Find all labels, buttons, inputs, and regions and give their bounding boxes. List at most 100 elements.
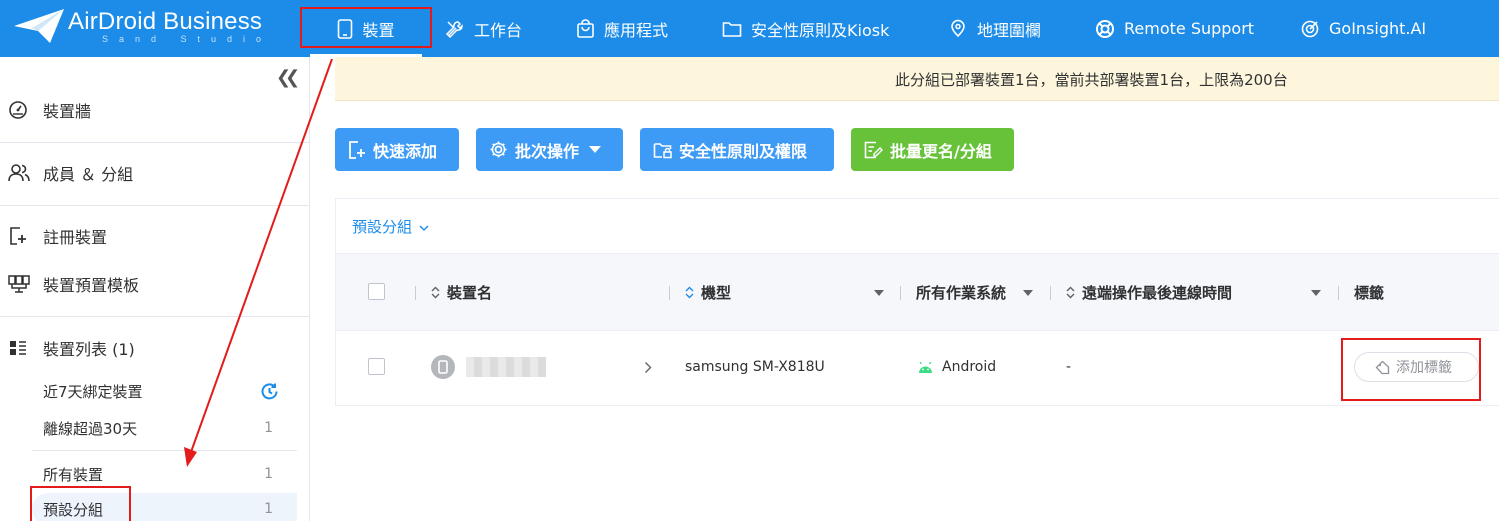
batch-operation-button[interactable]: 批次操作 [476, 128, 623, 171]
column-header-os[interactable]: 所有作業系統 [916, 282, 1006, 303]
last-connection-time: - [1066, 359, 1072, 375]
sidebar-sub-label: 所有裝置 [43, 465, 104, 484]
nav-item-label: 安全性原則及Kiosk [751, 20, 890, 40]
select-all-checkbox[interactable] [368, 283, 385, 300]
nav-item-remote-support[interactable]: Remote Support [1095, 0, 1254, 57]
template-icon [8, 275, 30, 293]
top-bar: AirDroid Business Sand Studio 裝置 工作台 應用程… [0, 0, 1499, 57]
sidebar-sub-label: 離線超過30天 [43, 419, 138, 438]
filter-caret-icon[interactable] [1023, 290, 1033, 296]
sidebar-item-label: 裝置牆 [43, 102, 92, 121]
folder-icon [722, 21, 742, 37]
column-header-label: 裝置名 [447, 284, 493, 302]
chevron-right-icon[interactable] [644, 361, 652, 374]
sidebar-sub-label: 近7天綁定裝置 [43, 382, 143, 401]
column-header-label: 遠端操作最後連線時間 [1082, 284, 1233, 302]
dashboard-icon [9, 101, 27, 119]
sort-icon [431, 286, 440, 299]
nav-item-label: Remote Support [1124, 19, 1255, 38]
brand-logo[interactable]: AirDroid Business Sand Studio [10, 4, 290, 50]
map-pin-icon [951, 19, 965, 37]
column-divider [1050, 286, 1051, 300]
filter-caret-icon[interactable] [1311, 290, 1321, 296]
column-header-label: 標籤 [1354, 284, 1385, 302]
add-device-icon [349, 140, 365, 159]
row-checkbox[interactable] [368, 358, 385, 375]
tools-icon [445, 20, 463, 38]
batch-rename-button[interactable]: 批量更名/分組 [851, 128, 1014, 171]
sidebar-sub-recent-bound[interactable]: 近7天綁定裝置 [32, 375, 297, 407]
table-row[interactable]: samsung SM-X818U Android - 添加標籤 [336, 331, 1499, 405]
sidebar-item-device-wall[interactable]: 裝置牆 [0, 90, 309, 130]
batch-rename-label: 批量更名/分組 [890, 141, 992, 161]
folder-lock-icon [653, 142, 672, 158]
column-divider [415, 286, 416, 300]
brand-subtitle: Sand Studio [102, 34, 273, 44]
shopping-bag-icon [577, 18, 594, 38]
nav-item-geofence[interactable]: 地理圍欄 [948, 0, 1041, 57]
lifebuoy-icon [1096, 19, 1114, 38]
column-header-name[interactable]: 裝置名 [431, 282, 492, 303]
chevron-down-icon [419, 225, 429, 231]
sort-icon [1066, 286, 1075, 299]
column-header-tags: 標籤 [1354, 282, 1384, 303]
device-model: samsung SM-X818U [685, 359, 825, 375]
sidebar-item-enroll-device[interactable]: 註冊裝置 [0, 216, 309, 256]
sidebar-item-label: 成員 ＆ 分組 [43, 165, 134, 184]
sidebar-item-label: 裝置預置模板 [43, 276, 140, 295]
nav-item-policy-kiosk[interactable]: 安全性原則及Kiosk [722, 0, 889, 57]
column-header-label: 機型 [701, 284, 732, 302]
nav-item-apps[interactable]: 應用程式 [576, 0, 668, 57]
column-divider [669, 286, 670, 300]
collapse-sidebar-icon[interactable]: ❮❮ [276, 67, 300, 88]
divider [0, 316, 309, 317]
device-table-panel: 預設分組 裝置名 機型 所有作業系統 遠端操作最後連線時間 標籤 samsung… [335, 198, 1499, 406]
annotation-box-devices-tab [300, 7, 432, 48]
divider [32, 450, 297, 451]
goinsight-icon [1301, 20, 1319, 37]
annotation-box-default-group [30, 486, 131, 521]
sidebar-item-device-list[interactable]: 裝置列表 (1) [0, 328, 309, 368]
edit-list-icon [864, 141, 883, 158]
group-selector[interactable]: 預設分組 [352, 216, 429, 237]
nav-item-goinsight[interactable]: GoInsight.AI [1300, 0, 1426, 57]
nav-item-label: 地理圍欄 [977, 20, 1042, 40]
android-icon [919, 362, 932, 373]
column-divider [900, 286, 901, 300]
group-selector-label: 預設分組 [352, 218, 413, 236]
sidebar-sub-offline-30d[interactable]: 離線超過30天 1 [32, 412, 297, 444]
sidebar-item-label: 裝置列表 (1) [43, 340, 135, 359]
column-divider [1338, 286, 1339, 300]
column-header-label: 所有作業系統 [916, 284, 1007, 302]
sidebar-item-members-groups[interactable]: 成員 ＆ 分組 [0, 153, 309, 193]
batch-operation-label: 批次操作 [515, 141, 580, 161]
security-policy-label: 安全性原則及權限 [679, 141, 808, 161]
device-avatar-icon [431, 355, 455, 379]
quick-add-label: 快速添加 [373, 141, 438, 161]
history-icon [261, 382, 278, 399]
gear-icon [490, 141, 507, 158]
sidebar: ❮❮ 裝置牆 成員 ＆ 分組 註冊裝置 裝置預置模板 裝置列表 (1) 近7天綁… [0, 57, 310, 521]
sidebar-sub-count: 1 [264, 466, 273, 482]
security-policy-button[interactable]: 安全性原則及權限 [640, 128, 834, 171]
paper-plane-icon [14, 9, 64, 43]
list-icon [10, 341, 26, 355]
column-header-model[interactable]: 機型 [685, 282, 731, 303]
sidebar-item-label: 註冊裝置 [43, 228, 108, 247]
device-name-redacted [466, 357, 546, 377]
nav-item-workbench[interactable]: 工作台 [445, 0, 522, 57]
divider [0, 205, 309, 206]
deployment-banner: 此分組已部署裝置1台，當前共部署裝置1台，上限為200台 [335, 57, 1499, 101]
nav-item-label: GoInsight.AI [1329, 19, 1427, 38]
device-os: Android [942, 359, 997, 375]
sidebar-sub-count: 1 [264, 501, 273, 517]
banner-text: 此分組已部署裝置1台，當前共部署裝置1台，上限為200台 [895, 71, 1288, 89]
sort-icon [685, 286, 694, 299]
brand-name: AirDroid Business [68, 8, 263, 35]
quick-add-button[interactable]: 快速添加 [335, 128, 459, 171]
filter-caret-icon[interactable] [874, 290, 884, 296]
sidebar-item-device-template[interactable]: 裝置預置模板 [0, 264, 309, 304]
nav-item-label: 工作台 [474, 20, 523, 40]
nav-item-label: 應用程式 [604, 20, 669, 40]
column-header-last-connection[interactable]: 遠端操作最後連線時間 [1066, 282, 1232, 303]
